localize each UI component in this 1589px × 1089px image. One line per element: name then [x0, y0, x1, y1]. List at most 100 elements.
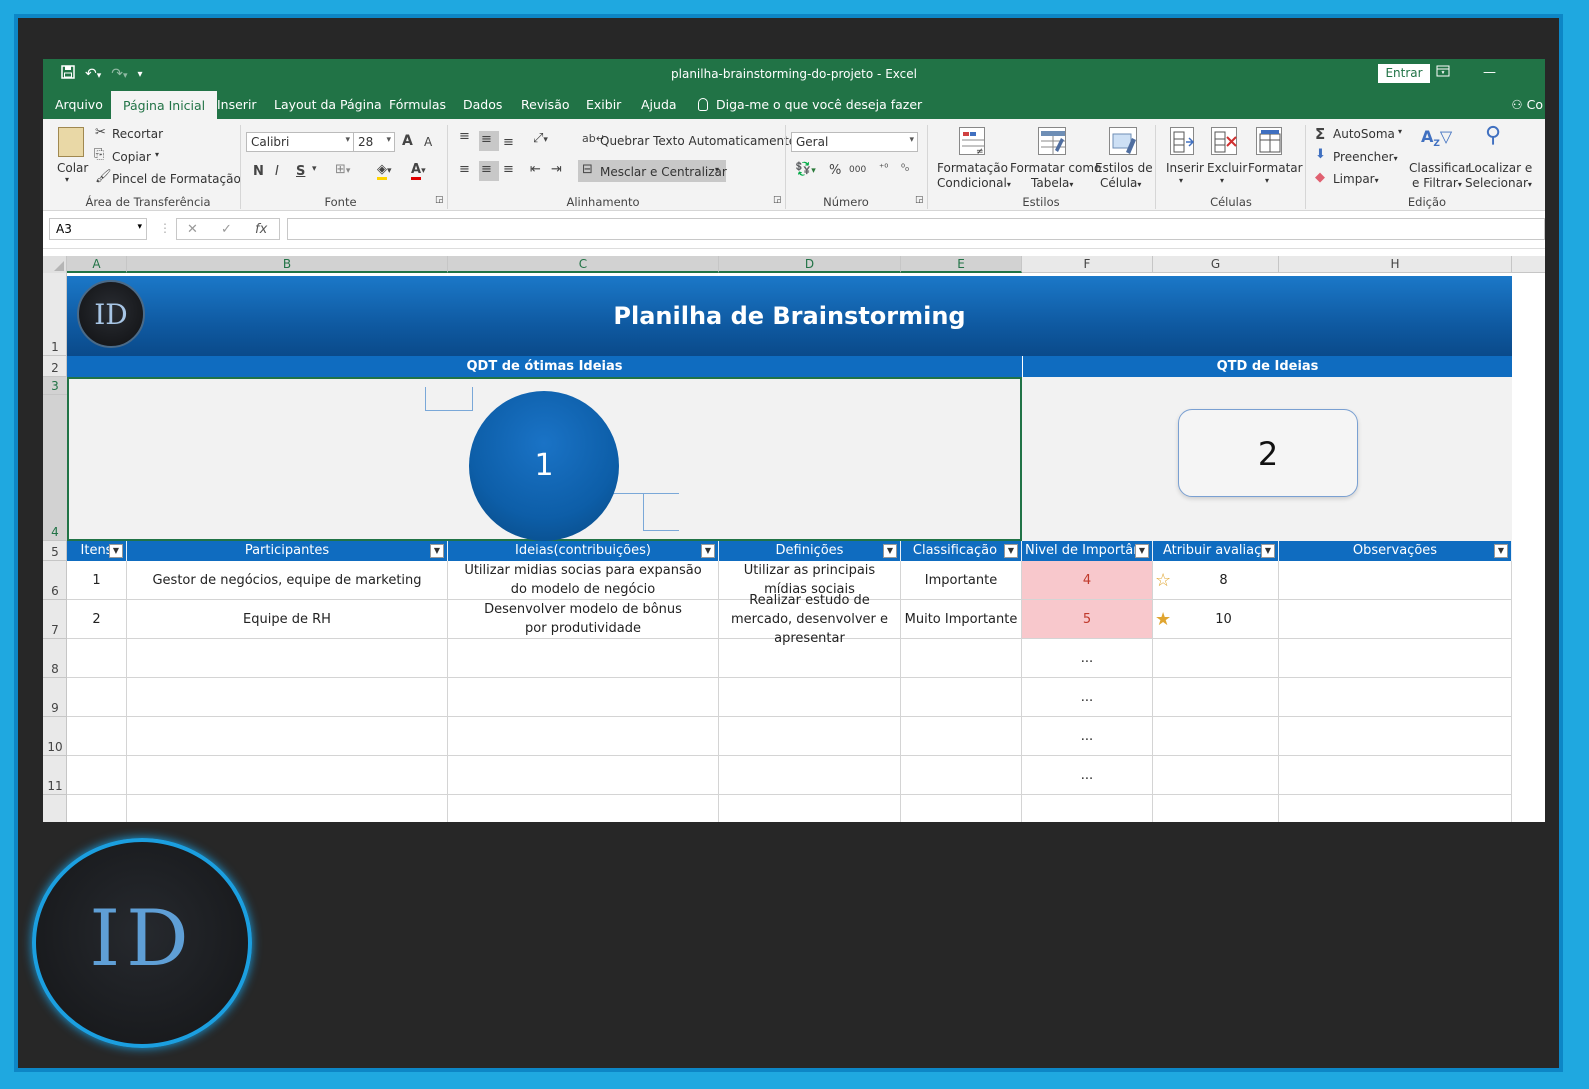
tab-pagina-inicial[interactable]: Página Inicial	[111, 91, 218, 119]
table-cell[interactable]	[901, 678, 1022, 717]
table-cell[interactable]	[67, 639, 127, 678]
table-cell-observacoes[interactable]	[1279, 561, 1512, 600]
filter-dropdown-icon[interactable]: ▼	[1261, 544, 1275, 558]
format-cells-icon[interactable]	[1256, 127, 1282, 155]
great-ideas-panel[interactable]: 1	[67, 377, 1022, 541]
filter-dropdown-icon[interactable]: ▼	[109, 544, 123, 558]
format-cells-button[interactable]: Formatar	[1248, 161, 1303, 175]
filter-dropdown-icon[interactable]: ▼	[883, 544, 897, 558]
font-dialog-launcher-icon[interactable]: ◲	[435, 195, 444, 205]
cancel-icon[interactable]: ✕	[187, 222, 198, 237]
bottom-align-icon[interactable]: ≡	[503, 135, 514, 150]
table-cell-avaliacao[interactable]: 8	[1153, 561, 1279, 600]
tab-dados[interactable]: Dados	[463, 97, 502, 112]
formula-input[interactable]	[287, 218, 1545, 240]
increase-decimal-icon[interactable]: ⁺⁰	[879, 163, 888, 174]
row-header[interactable]: 10	[43, 717, 67, 756]
table-cell[interactable]	[448, 795, 719, 822]
filter-dropdown-icon[interactable]: ▼	[1494, 544, 1508, 558]
table-cell-item[interactable]: 1	[67, 561, 127, 600]
grow-font-button[interactable]: A	[402, 133, 413, 149]
table-cell-definicoes[interactable]: Realizar estudo de mercado, desenvolver …	[719, 593, 901, 646]
table-cell-nivel[interactable]: 4	[1022, 561, 1153, 600]
table-cell[interactable]	[1153, 795, 1279, 822]
filter-dropdown-icon[interactable]: ▼	[701, 544, 715, 558]
worksheet[interactable]: ID Planilha de Brainstorming QDT de ótim…	[67, 273, 1545, 822]
table-header-itens[interactable]: Itens ▼	[67, 541, 127, 561]
underline-button[interactable]: S	[296, 164, 305, 179]
filter-dropdown-icon[interactable]: ▼	[1135, 544, 1149, 558]
row-header[interactable]: 1	[43, 273, 67, 356]
table-cell[interactable]	[901, 795, 1022, 822]
font-size-select[interactable]: 28 ▾	[353, 132, 395, 152]
align-left-icon[interactable]: ≡	[459, 162, 470, 177]
table-cell[interactable]	[901, 756, 1022, 795]
table-cell[interactable]	[719, 756, 901, 795]
ribbon-display-icon[interactable]	[1436, 65, 1450, 81]
borders-icon[interactable]: ⊞▾	[335, 162, 350, 177]
enter-icon[interactable]: ✓	[221, 222, 232, 237]
tab-revisao[interactable]: Revisão	[521, 97, 570, 112]
cut-button[interactable]: Recortar	[112, 127, 163, 141]
fill-color-icon[interactable]: ◈▾	[377, 162, 392, 180]
number-dialog-launcher-icon[interactable]: ◲	[915, 195, 924, 205]
column-header[interactable]: D	[719, 256, 901, 273]
insert-cells-button[interactable]: Inserir	[1166, 161, 1204, 175]
percent-button[interactable]: %	[829, 163, 841, 178]
cell-styles-label-1[interactable]: Estilos de	[1095, 161, 1153, 175]
format-as-table-label-1[interactable]: Formatar como	[1010, 161, 1101, 175]
signin-button[interactable]: Entrar	[1378, 64, 1430, 83]
table-cell[interactable]	[1279, 756, 1512, 795]
table-cell[interactable]	[1279, 717, 1512, 756]
conditional-formatting-label-1[interactable]: Formatação	[937, 161, 1008, 175]
table-header-observacoes[interactable]: Observações ▼	[1279, 541, 1512, 561]
column-header[interactable]: H	[1279, 256, 1512, 273]
insert-function-icon[interactable]: fx	[255, 222, 267, 237]
find-select-label-2[interactable]: Selecionar▾	[1465, 176, 1532, 190]
account-button[interactable]: ⚇ Co	[1511, 97, 1543, 112]
table-cell[interactable]	[1279, 795, 1512, 822]
table-cell[interactable]	[901, 717, 1022, 756]
table-cell[interactable]	[1153, 678, 1279, 717]
table-header-classificacao[interactable]: Classificação ▼	[901, 541, 1022, 561]
row-header[interactable]: 11	[43, 756, 67, 795]
autosum-dropdown-icon[interactable]: ▾	[1398, 127, 1402, 136]
row-header[interactable]: 2	[43, 356, 67, 377]
table-cell-nivel[interactable]: ...	[1022, 756, 1153, 795]
sort-filter-label-1[interactable]: Classificar	[1409, 161, 1470, 175]
table-cell[interactable]	[1153, 717, 1279, 756]
column-header[interactable]: B	[127, 256, 448, 273]
fill-button[interactable]: Preencher▾	[1333, 150, 1398, 164]
row-header[interactable]: 4	[43, 395, 67, 541]
delete-cells-dropdown-icon[interactable]: ▾	[1220, 176, 1224, 185]
clear-button[interactable]: Limpar▾	[1333, 172, 1379, 186]
format-as-table-label-2[interactable]: Tabela▾	[1031, 176, 1073, 190]
format-cells-dropdown-icon[interactable]: ▾	[1265, 176, 1269, 185]
table-header-avaliacao[interactable]: Atribuir avaliaçã ▼	[1153, 541, 1279, 561]
conditional-formatting-label-2[interactable]: Condicional▾	[937, 176, 1011, 190]
ideas-count-panel[interactable]: 2	[1022, 377, 1512, 541]
alignment-dialog-launcher-icon[interactable]: ◲	[773, 195, 782, 205]
table-cell[interactable]	[719, 639, 901, 678]
table-cell[interactable]	[127, 717, 448, 756]
table-cell[interactable]	[719, 717, 901, 756]
table-cell-nivel[interactable]: ...	[1022, 678, 1153, 717]
table-cell-ideias[interactable]: Utilizar midias socias para expansão do …	[448, 561, 719, 600]
table-header-participantes[interactable]: Participantes ▼	[127, 541, 448, 561]
autosum-button[interactable]: AutoSoma	[1333, 127, 1395, 141]
decrease-indent-icon[interactable]: ⇤	[530, 162, 541, 177]
table-cell-nivel[interactable]: 5	[1022, 600, 1153, 639]
column-header[interactable]: E	[901, 256, 1022, 273]
table-cell-ideias[interactable]: Desenvolver modelo de bônus por produtiv…	[448, 600, 719, 639]
middle-align-icon[interactable]: ≡	[481, 132, 492, 147]
table-cell[interactable]	[1022, 795, 1153, 822]
table-cell[interactable]	[901, 639, 1022, 678]
merge-center-button[interactable]: Mesclar e Centralizar	[600, 165, 727, 179]
row-header[interactable]: 6	[43, 561, 67, 600]
table-cell[interactable]	[448, 756, 719, 795]
tab-formulas[interactable]: Fórmulas	[389, 97, 446, 112]
table-cell[interactable]	[127, 678, 448, 717]
table-cell-nivel[interactable]: ...	[1022, 639, 1153, 678]
table-cell-avaliacao[interactable]: 10	[1153, 600, 1279, 639]
table-cell-classificacao[interactable]: Muito Importante	[901, 600, 1022, 639]
